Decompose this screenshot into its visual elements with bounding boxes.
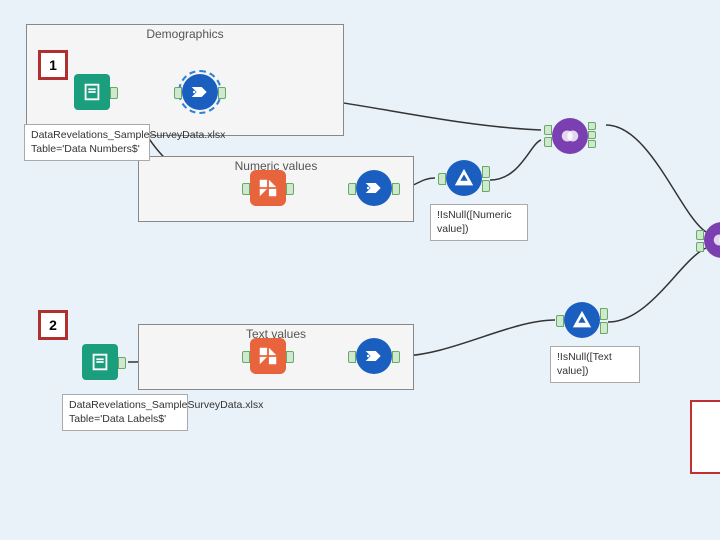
filter-tool[interactable] [564,302,600,338]
highlight-box [690,400,720,474]
annotation-filter-1: !IsNull([Numeric value]) [430,204,528,241]
transpose-tool[interactable] [250,338,286,374]
step-badge-1: 1 [38,50,68,80]
transpose-tool[interactable] [250,170,286,206]
select-tool[interactable] [356,338,392,374]
step-badge-2: 2 [38,310,68,340]
join-tool[interactable] [552,118,588,154]
select-tool[interactable] [182,74,218,110]
annotation-input-2: DataRevelations_SampleSurveyData.xlsx Ta… [62,394,188,431]
container-title: Demographics [27,27,343,41]
select-tool[interactable] [356,170,392,206]
annotation-input-1: DataRevelations_SampleSurveyData.xlsx Ta… [24,124,150,161]
union-tool[interactable] [704,222,720,258]
filter-tool[interactable] [446,160,482,196]
input-data-tool[interactable] [74,74,110,110]
workflow-canvas[interactable]: Demographics Numeric values Text values … [0,0,720,540]
annotation-filter-2: !IsNull([Text value]) [550,346,640,383]
input-data-tool[interactable] [82,344,118,380]
